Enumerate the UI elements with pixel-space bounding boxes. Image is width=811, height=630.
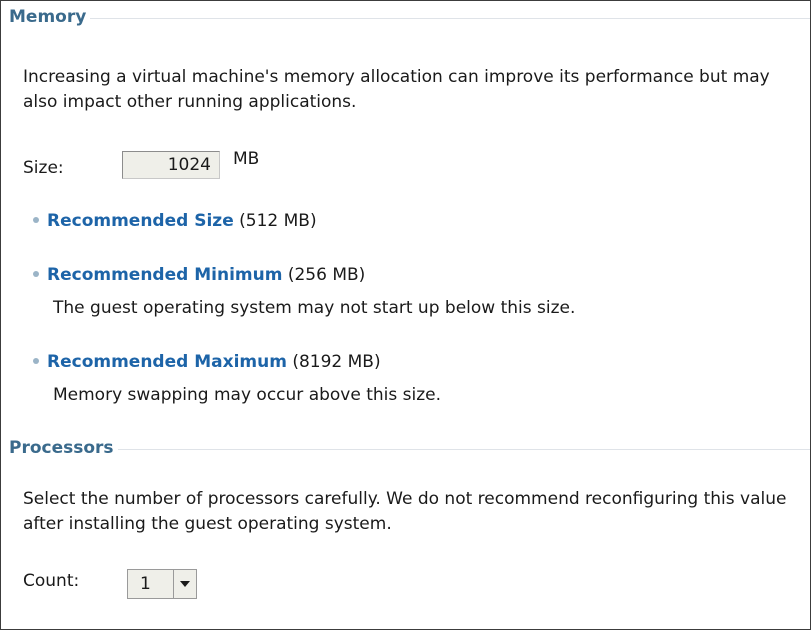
memory-section-header: Memory (9, 7, 810, 27)
bullet-dot-icon (33, 358, 39, 364)
recommended-size-item: Recommended Size (512 MB) (33, 211, 317, 231)
settings-panel: Memory Increasing a virtual machine's me… (0, 0, 811, 630)
recommended-maximum-value: (8192 MB) (292, 352, 381, 372)
bullet-dot-icon (33, 271, 39, 277)
size-unit: MB (233, 149, 260, 169)
count-label: Count: (23, 571, 80, 591)
recommended-minimum-value: (256 MB) (287, 265, 366, 285)
size-label: Size: (23, 158, 64, 178)
chevron-down-icon (180, 581, 190, 587)
section-divider (117, 448, 810, 450)
processors-description: Select the number of processors carefull… (23, 489, 787, 534)
processor-count-select[interactable]: 1 (127, 569, 197, 599)
memory-description: Increasing a virtual machine's memory al… (23, 67, 770, 112)
recommended-size-value: (512 MB) (239, 211, 317, 231)
dropdown-button[interactable] (173, 570, 196, 598)
processors-section-title: Processors (9, 438, 114, 458)
section-divider (90, 17, 810, 19)
bullet-dot-icon (33, 217, 39, 223)
recommended-maximum-item: Recommended Maximum (8192 MB) (33, 352, 381, 372)
recommended-maximum-note: Memory swapping may occur above this siz… (53, 385, 442, 405)
processor-count-value: 1 (140, 574, 151, 594)
recommended-minimum-note: The guest operating system may not start… (53, 298, 576, 318)
recommended-maximum-link[interactable]: Recommended Maximum (47, 352, 287, 372)
memory-section-title: Memory (9, 7, 87, 27)
processors-section-header: Processors (9, 438, 810, 458)
recommended-minimum-link[interactable]: Recommended Minimum (47, 265, 282, 285)
recommended-minimum-item: Recommended Minimum (256 MB) (33, 265, 365, 285)
recommended-size-link[interactable]: Recommended Size (47, 211, 234, 231)
memory-size-input[interactable] (122, 151, 220, 179)
